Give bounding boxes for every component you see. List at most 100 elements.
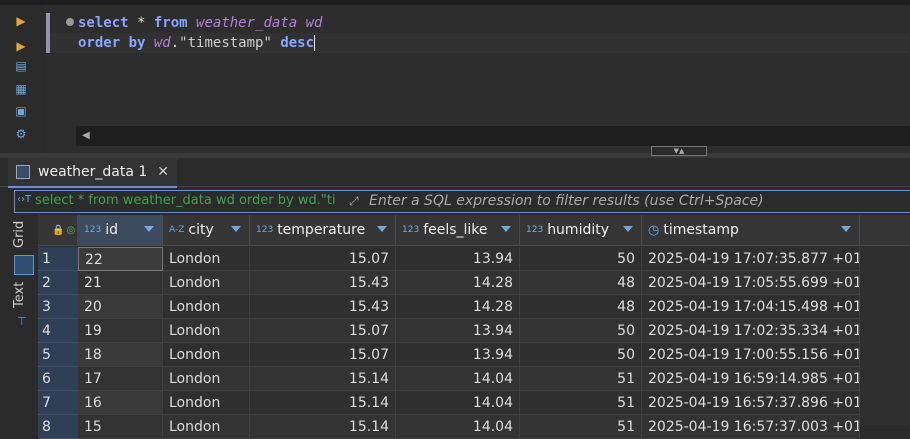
keyword-from: from bbox=[153, 15, 188, 31]
text-view-icon[interactable]: ⊤ bbox=[17, 315, 27, 328]
column-name-feels-like: feels_like bbox=[423, 222, 488, 238]
chevron-down-icon[interactable] bbox=[377, 226, 387, 232]
close-tab-icon[interactable]: ✕ bbox=[157, 164, 169, 180]
cell-id[interactable]: 20 bbox=[78, 295, 163, 319]
column-header-humidity[interactable]: 123 humidity bbox=[520, 215, 642, 246]
cell-feels-like[interactable]: 13.94 bbox=[396, 319, 520, 343]
explain-plan-icon[interactable]: ▤ bbox=[13, 58, 29, 74]
cell-id[interactable]: 16 bbox=[78, 391, 163, 415]
cell-city[interactable]: London bbox=[163, 319, 250, 343]
cell-feels-like[interactable]: 14.04 bbox=[396, 415, 520, 439]
cell-feels-like[interactable]: 14.28 bbox=[396, 295, 520, 319]
tab-label: weather_data 1 bbox=[38, 164, 148, 180]
cell-temperature[interactable]: 15.14 bbox=[250, 367, 396, 391]
cell-city[interactable]: London bbox=[163, 271, 250, 295]
chevron-down-icon[interactable] bbox=[501, 226, 511, 232]
row-number[interactable]: 7 bbox=[38, 391, 78, 415]
settings-gear-icon[interactable]: ⚙ bbox=[13, 126, 29, 142]
history-icon[interactable]: ▦ bbox=[13, 81, 29, 97]
cell-timestamp[interactable]: 2025-04-19 17:05:55.699 +0100 bbox=[642, 271, 860, 295]
splitter-toggle-icon[interactable]: ▼▲ bbox=[651, 146, 707, 156]
number-type-icon: 123 bbox=[84, 225, 102, 235]
cell-city[interactable]: London bbox=[163, 295, 250, 319]
cell-city[interactable]: London bbox=[163, 367, 250, 391]
cell-temperature[interactable]: 15.07 bbox=[250, 247, 396, 271]
clock-type-icon: ◷ bbox=[648, 222, 660, 238]
console-icon[interactable]: ▣ bbox=[13, 103, 29, 119]
column-header-id[interactable]: 123 id bbox=[78, 215, 163, 246]
cell-city[interactable]: London bbox=[163, 247, 250, 271]
row-number[interactable]: 3 bbox=[38, 295, 78, 319]
horizontal-scrollbar[interactable]: ◀ bbox=[76, 126, 910, 146]
cell-temperature[interactable]: 15.07 bbox=[250, 319, 396, 343]
row-number[interactable]: 6 bbox=[38, 367, 78, 391]
cell-id[interactable]: 18 bbox=[78, 343, 163, 367]
column-header-temperature[interactable]: 123 temperature bbox=[250, 215, 396, 246]
chevron-down-icon[interactable] bbox=[144, 226, 154, 232]
tab-weather-data-1[interactable]: weather_data 1 ✕ bbox=[8, 158, 177, 188]
filter-input[interactable]: Enter a SQL expression to filter results… bbox=[369, 193, 764, 209]
execute-script-icon[interactable]: ▶ bbox=[13, 38, 29, 54]
cell-temperature[interactable]: 15.43 bbox=[250, 271, 396, 295]
cell-temperature[interactable]: 15.43 bbox=[250, 295, 396, 319]
cell-id[interactable]: 21 bbox=[78, 271, 163, 295]
cell-humidity[interactable]: 50 bbox=[520, 343, 642, 367]
row-number[interactable]: 8 bbox=[38, 415, 78, 439]
cell-timestamp[interactable]: 2025-04-19 16:59:14.985 +0100 bbox=[642, 367, 860, 391]
column-header-timestamp[interactable]: ◷ timestamp bbox=[642, 215, 860, 246]
cell-humidity[interactable]: 51 bbox=[520, 367, 642, 391]
row-number[interactable]: 5 bbox=[38, 343, 78, 367]
tab-grid[interactable]: Grid bbox=[12, 217, 36, 251]
grid-view-icon[interactable] bbox=[14, 255, 34, 275]
cell-city[interactable]: London bbox=[163, 343, 250, 367]
chevron-down-icon[interactable] bbox=[231, 226, 241, 232]
cell-humidity[interactable]: 48 bbox=[520, 295, 642, 319]
cell-id[interactable]: 15 bbox=[78, 415, 163, 439]
cell-humidity[interactable]: 50 bbox=[520, 247, 642, 271]
cell-id[interactable]: 19 bbox=[78, 319, 163, 343]
execute-statement-icon[interactable]: ▶ bbox=[13, 13, 29, 29]
cell-temperature[interactable]: 15.14 bbox=[250, 415, 396, 439]
column-header-feels-like[interactable]: 123 feels_like bbox=[396, 215, 520, 246]
editor-toolbar: ▶ ▶ ▤ ▦ ▣ ⚙ bbox=[0, 5, 36, 153]
row-number[interactable]: 1 bbox=[38, 247, 78, 271]
cell-humidity[interactable]: 48 bbox=[520, 271, 642, 295]
cell-feels-like[interactable]: 14.04 bbox=[396, 391, 520, 415]
filter-bar[interactable]: ‹›T select * from weather_data wd order … bbox=[14, 190, 910, 213]
cell-humidity[interactable]: 51 bbox=[520, 415, 642, 439]
results-grid: 🔒 ◎ 123 id A-Z city 123 temperature 123 feels… bbox=[38, 215, 910, 439]
cell-feels-like[interactable]: 14.28 bbox=[396, 271, 520, 295]
cell-timestamp[interactable]: 2025-04-19 17:02:35.334 +0100 bbox=[642, 319, 860, 343]
cell-humidity[interactable]: 51 bbox=[520, 391, 642, 415]
number-type-icon: 123 bbox=[402, 225, 420, 235]
row-number[interactable]: 4 bbox=[38, 319, 78, 343]
row-number[interactable]: 2 bbox=[38, 271, 78, 295]
cell-timestamp[interactable]: 2025-04-19 17:00:55.156 +0100 bbox=[642, 343, 860, 367]
cell-id[interactable]: 17 bbox=[78, 367, 163, 391]
expand-filter-icon[interactable]: ⤢ bbox=[349, 194, 359, 209]
fold-marker-icon[interactable] bbox=[66, 18, 74, 26]
cell-city[interactable]: London bbox=[163, 415, 250, 439]
cell-city[interactable]: London bbox=[163, 391, 250, 415]
cell-feels-like[interactable]: 14.04 bbox=[396, 367, 520, 391]
chevron-down-icon[interactable] bbox=[623, 226, 633, 232]
cell-timestamp[interactable]: 2025-04-19 16:57:37.003 +0100 bbox=[642, 415, 860, 439]
cell-timestamp[interactable]: 2025-04-19 17:07:35.877 +0100 bbox=[642, 247, 860, 271]
chevron-down-icon[interactable] bbox=[841, 226, 851, 232]
scroll-left-icon[interactable]: ◀ bbox=[82, 130, 90, 141]
tab-text[interactable]: Text bbox=[12, 279, 36, 311]
cell-feels-like[interactable]: 13.94 bbox=[396, 247, 520, 271]
number-type-icon: 123 bbox=[526, 225, 544, 235]
cell-temperature[interactable]: 15.07 bbox=[250, 343, 396, 367]
column-alias: wd bbox=[153, 35, 171, 51]
row-header-corner: 🔒 ◎ bbox=[38, 215, 78, 246]
cell-temperature[interactable]: 15.14 bbox=[250, 391, 396, 415]
cell-feels-like[interactable]: 13.94 bbox=[396, 343, 520, 367]
cell-id[interactable]: 22 bbox=[78, 247, 163, 271]
cell-timestamp[interactable]: 2025-04-19 16:57:37.896 +0100 bbox=[642, 391, 860, 415]
column-header-city[interactable]: A-Z city bbox=[163, 215, 250, 246]
cell-timestamp[interactable]: 2025-04-19 17:04:15.498 +0100 bbox=[642, 295, 860, 319]
column-name-id: id bbox=[105, 222, 118, 238]
cell-humidity[interactable]: 50 bbox=[520, 319, 642, 343]
